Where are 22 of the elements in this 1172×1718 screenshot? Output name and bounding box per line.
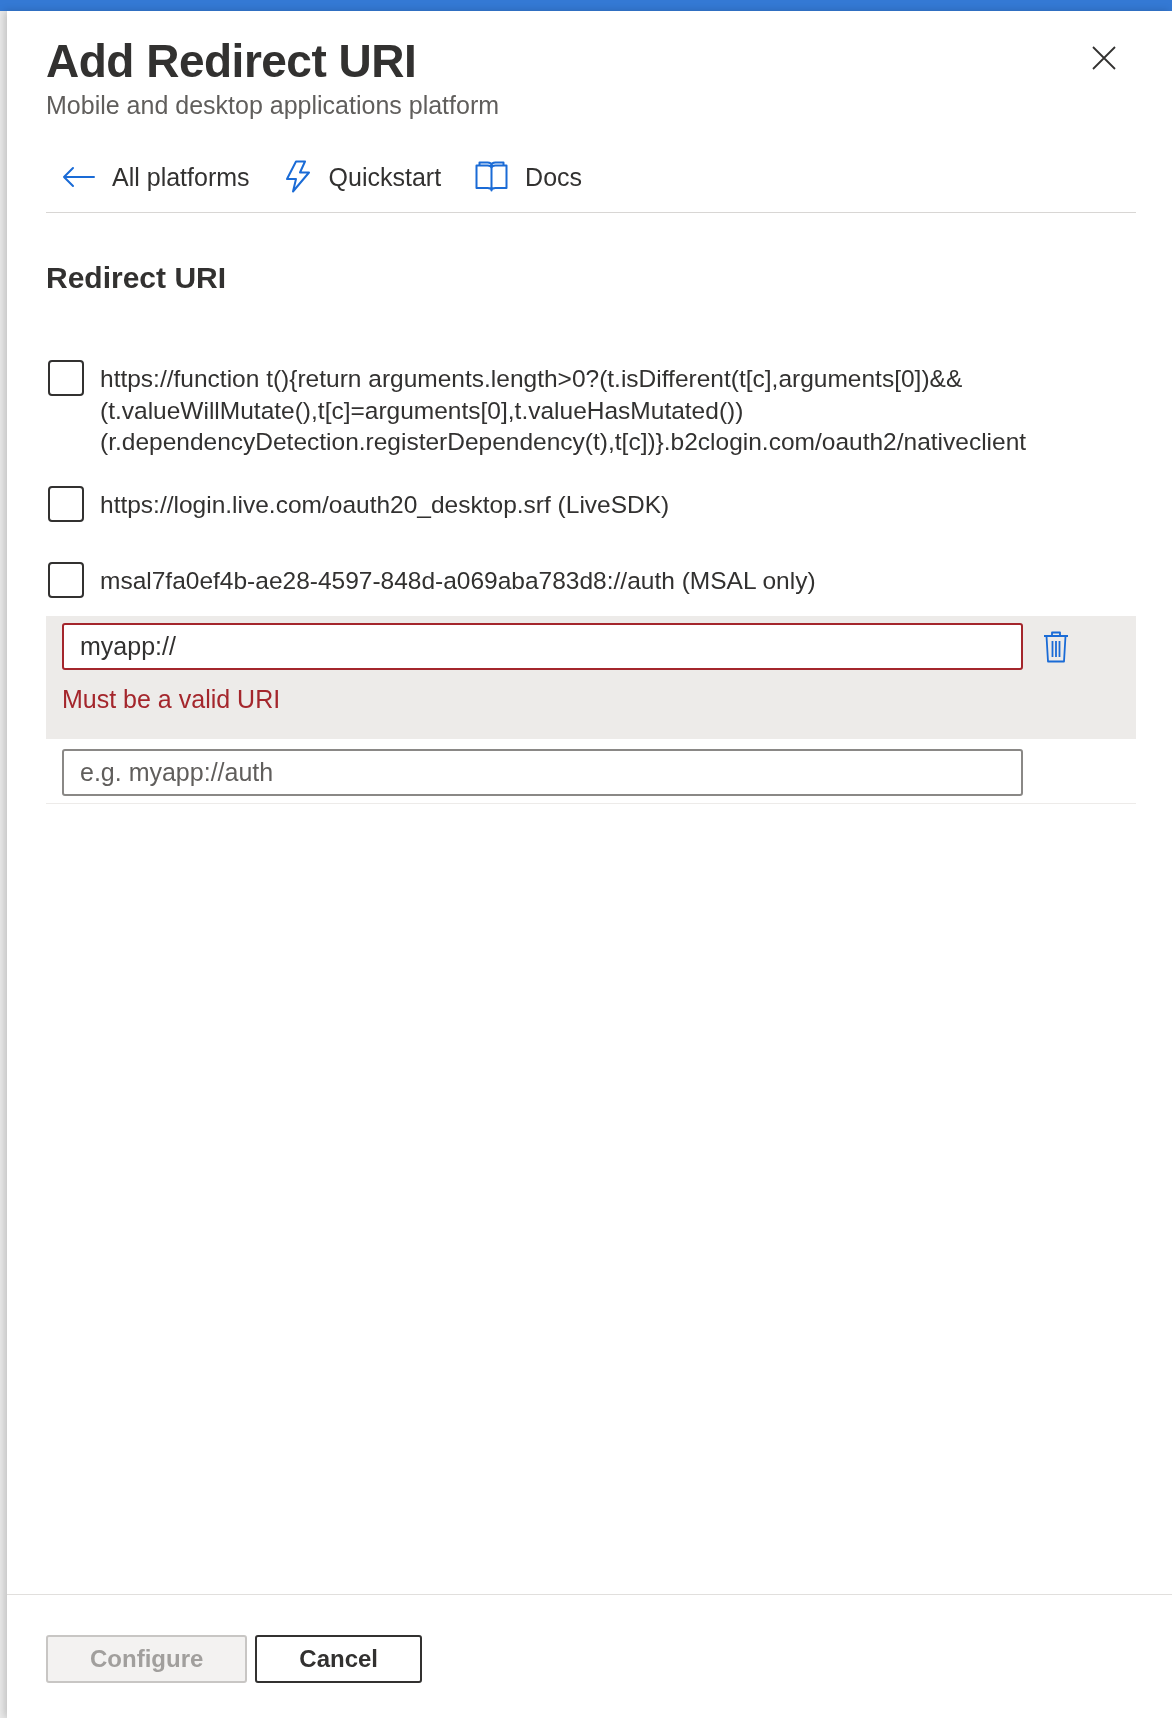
checkbox[interactable] <box>48 561 84 598</box>
checkbox[interactable] <box>48 360 84 396</box>
error-message: Must be a valid URI <box>62 683 282 715</box>
panel-title: Add Redirect URI <box>46 34 418 88</box>
trash-icon <box>1043 630 1069 663</box>
uri-input[interactable]: myapp:// <box>62 622 1023 670</box>
uri-label: https://function t(){return arguments.length>0?(t.isDifferent(t[c],arguments[0])&&(t.valueWillMutate(),t[c]=arguments[0],t.valueHasMutated())(r.dependencyDetection.registerDependency(t),t[c])}.b2clogin.com/oauth2/nativeclient <box>100 364 1028 457</box>
uri-input[interactable]: e.g. myapp://auth <box>62 748 1023 796</box>
arrow-left-icon <box>62 165 95 188</box>
toolbar-link[interactable]: Docs <box>475 160 583 193</box>
panel-subtitle: Mobile and desktop applications platform <box>46 90 501 121</box>
uri-label: https://login.live.com/oauth20_desktop.srf (LiveSDK) <box>100 489 671 520</box>
close-icon <box>1092 46 1116 70</box>
section-heading: Redirect URI <box>46 260 228 296</box>
checkbox[interactable] <box>48 485 84 522</box>
toolbar-link[interactable]: All platforms <box>62 160 250 193</box>
toolbar-link[interactable]: Quickstart <box>283 160 442 193</box>
uri-label: msal7fa0ef4b-ae28-4597-848d-a069aba783d8://auth (MSAL only) <box>100 565 817 596</box>
book-icon <box>475 161 509 192</box>
delete-button[interactable] <box>1043 630 1069 663</box>
footer-button[interactable]: Cancel <box>255 1635 423 1683</box>
lightning-icon <box>283 160 312 193</box>
